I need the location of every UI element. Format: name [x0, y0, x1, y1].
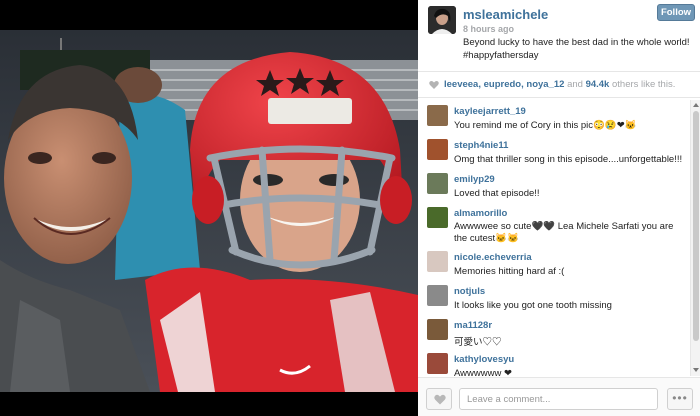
photo-illustration [0, 30, 418, 392]
comment-item: kayleejarrett_19 You remind me of Cory i… [418, 102, 688, 136]
commenter-avatar[interactable] [427, 353, 448, 374]
liker-link[interactable]: noya_12 [526, 79, 564, 90]
post-photo[interactable] [0, 30, 418, 392]
commenter-avatar[interactable] [427, 285, 448, 306]
like-button[interactable] [426, 388, 452, 410]
commenter-username[interactable]: ma1128r [454, 320, 492, 331]
likes-summary: leeveea, eupredo, noya_12 and 94.4k othe… [418, 72, 700, 98]
post-caption: Beyond lucky to have the best dad in the… [463, 37, 690, 61]
post-sidebar: msleamichele 8 hours ago Beyond lucky to… [418, 0, 700, 416]
commenter-username[interactable]: emilyp29 [454, 174, 495, 185]
post-timestamp: 8 hours ago [463, 24, 515, 34]
commenter-username[interactable]: kayleejarrett_19 [454, 106, 526, 117]
comment-footer: ••• [418, 377, 700, 416]
owner-username[interactable]: msleamichele [463, 7, 548, 22]
likes-and: and [567, 79, 583, 90]
comments-scrollbar[interactable] [690, 100, 700, 376]
comment-text: Awwwwee so cute🖤🖤 Lea Michele Sarfati yo… [454, 221, 674, 244]
commenter-avatar[interactable] [427, 173, 448, 194]
follow-button[interactable]: Follow [657, 4, 695, 21]
commenter-username[interactable]: steph4nie11 [454, 140, 508, 151]
post-photo-pane [0, 0, 418, 416]
owner-avatar[interactable] [428, 6, 456, 34]
commenter-username[interactable]: notjuls [454, 286, 485, 297]
scroll-up-arrow-icon[interactable] [693, 103, 699, 107]
liker-link[interactable]: leeveea [444, 79, 478, 90]
scroll-down-arrow-icon[interactable] [693, 368, 699, 372]
comment-text: Awwwwww ❤ [454, 368, 512, 376]
heart-icon [434, 394, 446, 405]
post-header: msleamichele 8 hours ago Beyond lucky to… [418, 0, 700, 72]
scroll-thumb[interactable] [693, 111, 699, 341]
commenter-username[interactable]: nicole.echeverria [454, 252, 532, 263]
comment-text: You remind me of Cory in this pic😳😢❤🐱 [454, 120, 637, 131]
commenter-username[interactable]: almamorillo [454, 208, 507, 219]
ellipsis-icon[interactable]: ••• [667, 388, 693, 410]
likes-count[interactable]: 94.4k [586, 79, 610, 90]
commenter-username[interactable]: kathylovesyu [454, 354, 514, 365]
comment-item: kathylovesyu Awwwwww ❤ [418, 350, 688, 376]
liker-link[interactable]: eupredo [484, 79, 521, 90]
comment-item: emilyp29 Loved that episode!! [418, 170, 688, 204]
heart-icon [429, 80, 439, 89]
comment-text: Memories hitting hard af :( [454, 266, 565, 277]
commenter-avatar[interactable] [427, 207, 448, 228]
comment-list: kayleejarrett_19 You remind me of Cory i… [418, 100, 688, 376]
commenter-avatar[interactable] [427, 319, 448, 340]
comment-item: steph4nie11 Omg that thriller song in th… [418, 136, 688, 170]
comment-text: Loved that episode!! [454, 188, 540, 199]
commenter-avatar[interactable] [427, 105, 448, 126]
comment-text: 可愛い♡♡ [454, 337, 502, 348]
likes-rest: others like this. [611, 79, 676, 90]
comment-item: nicole.echeverria Memories hitting hard … [418, 248, 688, 282]
commenter-avatar[interactable] [427, 251, 448, 272]
commenter-avatar[interactable] [427, 139, 448, 160]
comment-item: almamorillo Awwwwee so cute🖤🖤 Lea Michel… [418, 204, 688, 244]
comment-item: ma1128r 可愛い♡♡ [418, 316, 688, 350]
comment-text: Omg that thriller song in this episode..… [454, 154, 683, 165]
comment-text: It looks like you got one tooth missing [454, 300, 612, 311]
comment-input[interactable] [459, 388, 658, 410]
comment-item: notjuls It looks like you got one tooth … [418, 282, 688, 316]
